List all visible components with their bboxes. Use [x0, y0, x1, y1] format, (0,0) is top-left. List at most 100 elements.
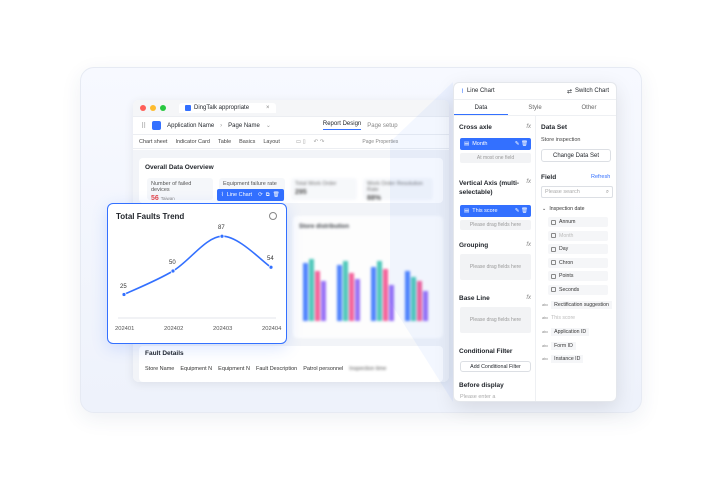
chip-actions-icon[interactable]: ✎ 🗑 [515, 208, 528, 214]
dataset-label: Data Set [541, 124, 568, 131]
breadcrumb-separator-icon: › [220, 122, 223, 129]
tab-style[interactable]: Style [508, 100, 562, 115]
date-field-item[interactable]: Annum [548, 217, 608, 227]
store-bar [337, 265, 342, 321]
field-item[interactable]: abc This score [542, 315, 575, 321]
fx-icon[interactable]: fx [526, 242, 531, 248]
group-label: Inspection date [549, 206, 585, 212]
tab-data[interactable]: Data [454, 100, 508, 115]
before-display-label: Before display [459, 382, 504, 389]
field-label: Day [559, 246, 569, 252]
calendar-icon [551, 233, 556, 238]
editor-toolbar: Chart sheet Indicator Card Table Basics … [133, 135, 449, 149]
grouping-label: Grouping [459, 242, 489, 249]
switch-chart-button[interactable]: ⇄ Switch Chart [567, 88, 609, 95]
grid-menu-icon[interactable]: ⠿ [141, 122, 146, 130]
fx-icon[interactable]: fx [526, 124, 531, 130]
app-name[interactable]: Application Name [167, 123, 214, 129]
field-label: Annum [559, 219, 576, 225]
toolbar-indicator-card[interactable]: Indicator Card [175, 139, 210, 145]
dingtalk-icon [185, 105, 191, 111]
field-search-input[interactable]: Please search ⌕ [541, 186, 613, 198]
data-point[interactable] [219, 233, 225, 239]
fx-icon[interactable]: fx [526, 179, 531, 185]
refresh-icon[interactable]: ⟳ [258, 192, 263, 198]
store-bar [411, 277, 416, 321]
at-most-one-hint: At most one field [460, 153, 531, 163]
change-dataset-button[interactable]: Change Data Set [541, 149, 611, 162]
tab-close-icon[interactable]: × [266, 105, 270, 111]
device-toggle-icon[interactable]: ▭ ▯ [296, 139, 306, 145]
fx-icon[interactable]: fx [526, 295, 531, 301]
chip-actions-icon[interactable]: ✎ 🗑 [515, 141, 528, 147]
store-bar [303, 263, 308, 321]
month-chip[interactable]: ▤ Month ✎ 🗑 [460, 138, 531, 150]
date-field-item[interactable]: Points [548, 271, 608, 281]
line-chart-popup[interactable]: Total Faults Trend 25 50 87 54 202401 202402… [107, 203, 287, 344]
toolbar-basics[interactable]: Basics [239, 139, 255, 145]
date-field-item[interactable]: Seconds [548, 284, 608, 295]
field-label: Points [559, 273, 574, 279]
panel-header: ⌇ Line Chart ⇄ Switch Chart [454, 83, 616, 100]
close-dot[interactable] [140, 105, 146, 111]
calendar-icon [551, 219, 556, 225]
line-chart-icon: ⌇ [461, 88, 464, 95]
line-chart-toolbar: ⌇ Line Chart ⟳ ⧉ 🗑 [217, 189, 284, 201]
toolbar-table[interactable]: Table [218, 139, 231, 145]
fault-details-card[interactable]: Fault Details Store Name Equipment N Equ… [139, 346, 443, 382]
undo-redo-icon[interactable]: ↶ ↷ [314, 139, 325, 145]
store-bar [383, 269, 388, 321]
date-field-item[interactable]: Chron [548, 257, 608, 268]
baseline-dropzone[interactable]: Please drag fields here [460, 307, 531, 333]
copy-icon[interactable]: ⧉ [266, 192, 270, 199]
metric-value: 56 [151, 195, 159, 202]
tab-page-setup[interactable]: Page setup [367, 123, 397, 129]
tab-other[interactable]: Other [562, 100, 616, 115]
tab-report-design[interactable]: Report Design [322, 121, 362, 130]
metric-label: Number of failed devices [151, 181, 192, 193]
field-label: Form ID [551, 341, 576, 350]
maximize-dot[interactable] [160, 105, 166, 111]
column-header: Equipment N [218, 366, 250, 372]
field-item[interactable]: abc Application ID [542, 328, 590, 336]
grouping-dropzone[interactable]: Please drag fields here [460, 254, 531, 280]
conditional-filter-label: Conditional Filter [459, 348, 513, 355]
store-bar [405, 271, 410, 321]
series-line [123, 235, 272, 296]
overview-card[interactable]: Overall Data Overview Number of failed d… [139, 158, 443, 203]
field-config-column: Cross axle fx ▤ Month ✎ 🗑 At most one fiel… [454, 116, 536, 401]
toolbar-layout[interactable]: Layout [263, 139, 280, 145]
field-item[interactable]: abc Form ID [542, 341, 576, 350]
metric-unit: Taiwan [160, 196, 175, 201]
minimize-dot[interactable] [150, 105, 156, 111]
page-name[interactable]: Page Name [228, 123, 260, 129]
date-field-item[interactable]: Day [548, 244, 608, 254]
field-item[interactable]: abc Instance ID [542, 355, 584, 363]
chevron-down-icon[interactable]: ⌄ [266, 122, 271, 129]
data-point[interactable] [268, 264, 274, 270]
date-field-item[interactable]: Month [548, 230, 608, 241]
chevron-down-icon: ⌄ [542, 206, 547, 212]
data-point[interactable] [121, 292, 127, 297]
browser-tab[interactable]: DingTalk appropriate × [179, 103, 276, 113]
field-item[interactable]: abc Rectification suggestion [542, 301, 612, 309]
app-navbar: ⠿ Application Name › Page Name ⌄ Report … [133, 117, 449, 135]
calendar-icon [551, 273, 556, 279]
before-display-input[interactable]: Please enter a [460, 394, 495, 400]
inspection-date-group[interactable]: ⌄ Inspection date [542, 206, 585, 212]
score-chip[interactable]: ▤ This score ✎ 🗑 [460, 205, 531, 217]
refresh-link[interactable]: Refresh [591, 174, 610, 180]
x-tick-label: 202403 [213, 326, 233, 332]
column-header: Patrol personnel [303, 366, 344, 372]
line-chart-button[interactable]: Line Chart [227, 192, 252, 198]
add-conditional-filter-button[interactable]: Add Conditional Filter [460, 361, 531, 372]
store-bar [321, 281, 326, 321]
delete-icon[interactable]: 🗑 [273, 192, 280, 198]
page-properties-link[interactable]: Page Properties [362, 139, 398, 145]
toolbar-chart-sheet[interactable]: Chart sheet [139, 139, 167, 145]
store-distribution-card[interactable]: Store distribution [293, 216, 443, 338]
data-point[interactable] [170, 268, 176, 274]
metric-label: Equipment failure rate [223, 181, 277, 187]
column-header: Fault Description [255, 366, 298, 372]
overview-title: Overall Data Overview [145, 164, 214, 171]
